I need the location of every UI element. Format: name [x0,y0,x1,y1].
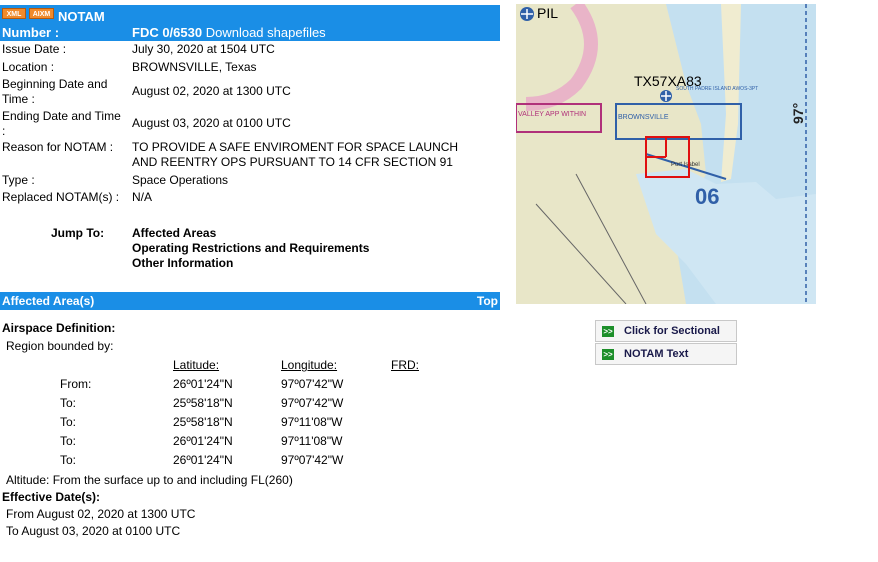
row-label: From: [60,377,92,391]
location-value: BROWNSVILLE, Texas [132,60,257,74]
jump-operating-restrictions[interactable]: Operating Restrictions and Requirements [132,241,369,255]
effective-from: From August 02, 2020 at 1300 UTC [6,507,196,521]
top-link[interactable]: Top [477,294,498,308]
notam-text-button-label: NOTAM Text [624,348,689,360]
map-label-port: Port Isabel [671,162,700,168]
ending-label-2: : [2,124,6,138]
sectional-button-label: Click for Sectional [624,325,720,337]
row-lon: 97º07'42"W [281,377,344,391]
frd-header: FRD: [391,358,419,372]
notam-number-value: FDC 0/6530 [132,25,203,40]
jump-affected-areas[interactable]: Affected Areas [132,226,216,240]
longitude-header: Longitude: [281,358,338,372]
map-label-06: 06 [695,184,719,209]
beginning-value: August 02, 2020 at 1300 UTC [132,84,291,98]
row-label: To: [60,434,77,448]
row-lat: 26º01'24"N [173,453,233,467]
row-lon: 97º07'42"W [281,396,344,410]
reason-value-2: AND REENTRY OPS PURSUANT TO 14 CFR SECTI… [132,155,453,169]
arrow-icon: >> [602,326,614,337]
reason-label: Reason for NOTAM : [2,140,114,154]
airspace-definition-heading: Airspace Definition: [2,321,116,335]
type-label: Type : [2,173,35,187]
location-label: Location : [2,60,55,74]
issue-date-label: Issue Date : [2,42,67,56]
map-graphic: BROWNSVILLE SOUTH PADRE ISLAND AWOS-3PT … [516,4,816,304]
map-label-pil: PIL [537,5,558,21]
map-label-tx57: TX57XA83 [634,73,702,89]
beginning-label-2: Time : [2,92,35,106]
region-bounded-label: Region bounded by: [6,339,114,353]
affected-areas-title: Affected Area(s) [2,294,95,308]
notam-text-button[interactable]: >> NOTAM Text [595,343,737,365]
row-lon: 97º07'42"W [281,453,344,467]
row-lat: 25º58'18"N [173,415,233,429]
effective-dates-heading: Effective Date(s): [2,490,101,504]
number-label: Number : [2,25,60,40]
row-lat: 26º01'24"N [173,434,233,448]
sectional-map[interactable]: BROWNSVILLE SOUTH PADRE ISLAND AWOS-3PT … [516,4,816,304]
map-label-valley: VALLEY APP WITHIN [518,111,586,118]
jump-to-label: Jump To: [51,226,105,240]
ending-label-1: Ending Date and Time [2,109,121,123]
row-lon: 97º11'08"W [281,434,343,448]
ending-value: August 03, 2020 at 0100 UTC [132,116,291,130]
download-shapefiles-link[interactable]: Download shapefiles [206,25,326,40]
row-label: To: [60,415,77,429]
jump-other-information[interactable]: Other Information [132,256,233,270]
click-for-sectional-button[interactable]: >> Click for Sectional [595,320,737,342]
replaced-value: N/A [132,190,153,204]
row-label: To: [60,396,77,410]
notam-number: FDC 0/6530 Download shapefiles [132,25,326,40]
xml-badge[interactable]: XML [2,8,26,19]
reason-value-1: TO PROVIDE A SAFE ENVIROMENT FOR SPACE L… [132,140,459,154]
notam-title: NOTAM [58,9,105,24]
map-label-97: 97° [790,103,806,124]
altitude-text: Altitude: From the surface up to and inc… [6,473,293,487]
row-lat: 25º58'18"N [173,396,233,410]
type-value: Space Operations [132,173,229,187]
arrow-icon: >> [602,349,614,360]
latitude-header: Latitude: [173,358,220,372]
beginning-label-1: Beginning Date and [2,77,108,91]
issue-date-value: July 30, 2020 at 1504 UTC [132,42,275,56]
map-label-brownsville: BROWNSVILLE [618,114,669,121]
row-lon: 97º11'08"W [281,415,343,429]
affected-areas-bar: Affected Area(s) Top [0,292,500,310]
aixm-badge[interactable]: AIXM [29,8,54,19]
row-lat: 26º01'24"N [173,377,233,391]
notam-header: XML AIXM NOTAM Number : FDC 0/6530 Downl… [0,5,500,41]
replaced-label: Replaced NOTAM(s) : [2,190,120,204]
row-label: To: [60,453,77,467]
effective-to: To August 03, 2020 at 0100 UTC [6,524,181,538]
